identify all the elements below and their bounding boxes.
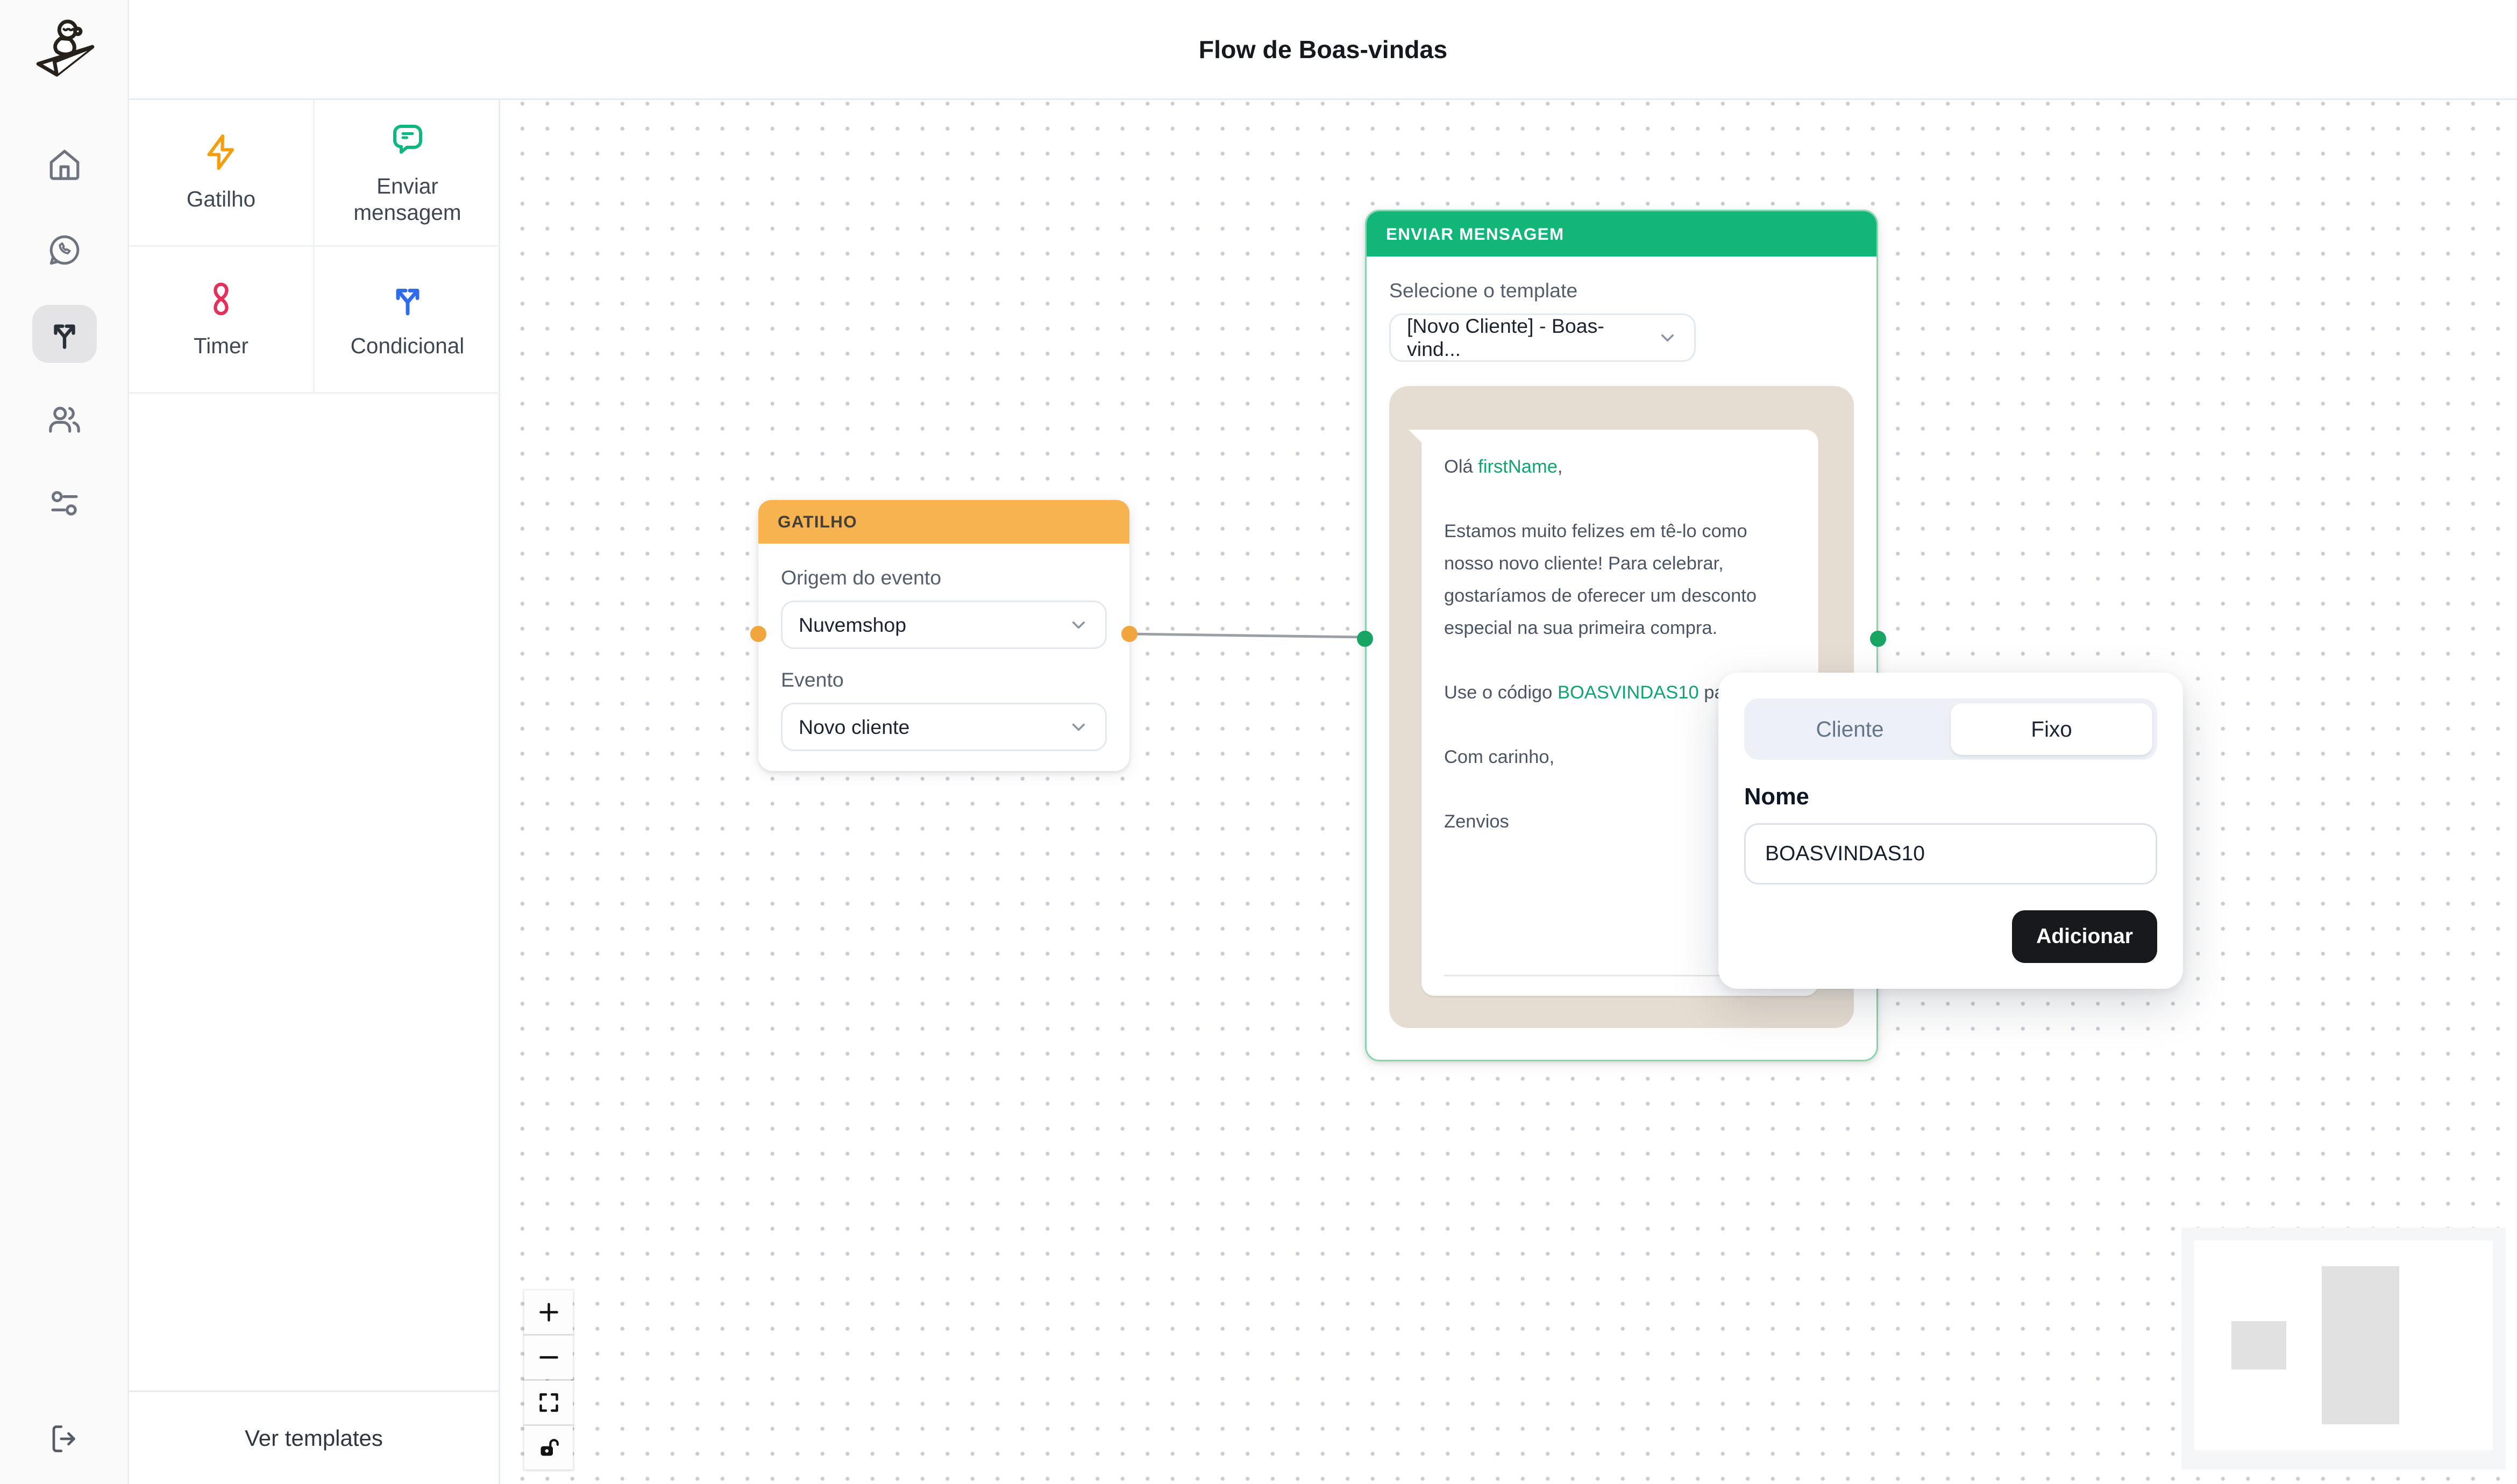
sidebar-item-contacts[interactable] (32, 390, 97, 448)
evento-select[interactable]: Novo cliente (781, 703, 1107, 751)
nome-label: Nome (1744, 784, 2157, 810)
chevron-down-icon (1068, 615, 1089, 636)
lock-button[interactable] (524, 1426, 573, 1469)
origem-select-value: Nuvemshop (799, 613, 906, 637)
node-gatilho[interactable]: GATILHO Origem do evento Nuvemshop Event… (758, 500, 1129, 771)
sidebar-item-home[interactable] (32, 135, 97, 194)
palette-item-label: Timer (194, 333, 248, 359)
canvas-controls (524, 1290, 573, 1469)
monk-on-paper-plane-logo (27, 11, 102, 85)
template-label: Selecione o template (1389, 279, 1854, 302)
palette-item-condicional[interactable]: Condicional (315, 247, 500, 394)
handle-gatilho-left[interactable] (750, 626, 766, 642)
field-label-evento: Evento (781, 668, 1107, 691)
palette-grid: Gatilho Enviar mensagem Timer Condiciona… (129, 100, 499, 394)
fit-view-icon (537, 1390, 561, 1415)
zap-icon (202, 133, 240, 172)
flow-canvas[interactable]: GATILHO Origem do evento Nuvemshop Event… (500, 100, 2517, 1484)
fit-view-button[interactable] (524, 1381, 573, 1424)
top-header: Flow de Boas-vindas (129, 0, 2517, 100)
split-branch-icon (388, 280, 427, 318)
brand-logo (27, 11, 102, 85)
logout-button[interactable] (39, 1416, 90, 1461)
palette-item-timer[interactable]: Timer (129, 247, 315, 394)
chat-bubble-icon (388, 120, 427, 159)
palette-item-gatilho[interactable]: Gatilho (129, 100, 315, 247)
minimap[interactable] (2181, 1228, 2506, 1469)
palette-item-enviar-mensagem[interactable]: Enviar mensagem (315, 100, 500, 247)
origem-select[interactable]: Nuvemshop (781, 601, 1107, 649)
icon-rail (0, 0, 129, 1484)
tab-cliente[interactable]: Cliente (1749, 703, 1951, 755)
field-label-origem: Origem do evento (781, 566, 1107, 589)
edge-gatilho-to-mensagem (1129, 634, 1365, 637)
sidebar-item-settings[interactable] (32, 474, 97, 532)
template-select-value: [Novo Cliente] - Boas-vind... (1407, 315, 1647, 361)
zoom-in-button[interactable] (524, 1290, 573, 1334)
minimap-node-gatilho (2231, 1321, 2286, 1369)
zoom-out-button[interactable] (524, 1336, 573, 1379)
variable-popover: Cliente Fixo Nome BOASVINDAS10 Adicionar (1718, 673, 2183, 989)
node-palette: Gatilho Enviar mensagem Timer Condiciona… (129, 100, 500, 1484)
home-icon (47, 147, 82, 182)
evento-select-value: Novo cliente (799, 716, 909, 739)
palette-item-label: Gatilho (187, 186, 255, 212)
sidebar-item-flows[interactable] (32, 305, 97, 363)
minus-icon (537, 1345, 561, 1369)
ver-templates-button[interactable]: Ver templates (129, 1390, 499, 1484)
lock-open-icon (537, 1436, 561, 1460)
sidebar-item-whatsapp[interactable] (32, 221, 97, 279)
template-select[interactable]: [Novo Cliente] - Boas-vind... (1389, 313, 1696, 362)
node-mensagem-header[interactable]: ENVIAR MENSAGEM (1367, 211, 1876, 256)
palette-item-label: Enviar mensagem (327, 173, 488, 225)
node-gatilho-header[interactable]: GATILHO (758, 500, 1129, 544)
hourglass-icon (202, 280, 240, 318)
popover-tabs: Cliente Fixo (1744, 698, 2157, 760)
handle-mensagem-right[interactable] (1870, 631, 1886, 647)
palette-item-label: Condicional (351, 333, 465, 359)
split-branch-icon (47, 316, 82, 352)
whatsapp-chat-icon (47, 232, 82, 268)
page-title: Flow de Boas-vindas (1199, 35, 1448, 64)
flow-builder-app: Flow de Boas-vindas Gatilho Enviar mensa… (0, 0, 2517, 1484)
adicionar-button[interactable]: Adicionar (2012, 910, 2157, 963)
sliders-icon (47, 486, 82, 521)
logout-icon (48, 1423, 81, 1455)
users-icon (47, 402, 82, 437)
handle-mensagem-left[interactable] (1357, 631, 1373, 647)
minimap-node-mensagem (2322, 1266, 2399, 1424)
nome-input-value: BOASVINDAS10 (1765, 842, 1925, 866)
chevron-down-icon (1068, 717, 1089, 738)
nome-input[interactable]: BOASVINDAS10 (1744, 823, 2157, 884)
chevron-down-icon (1657, 327, 1678, 348)
plus-icon (537, 1300, 561, 1324)
tab-fixo[interactable]: Fixo (1951, 703, 2152, 755)
handle-gatilho-right[interactable] (1121, 626, 1137, 642)
